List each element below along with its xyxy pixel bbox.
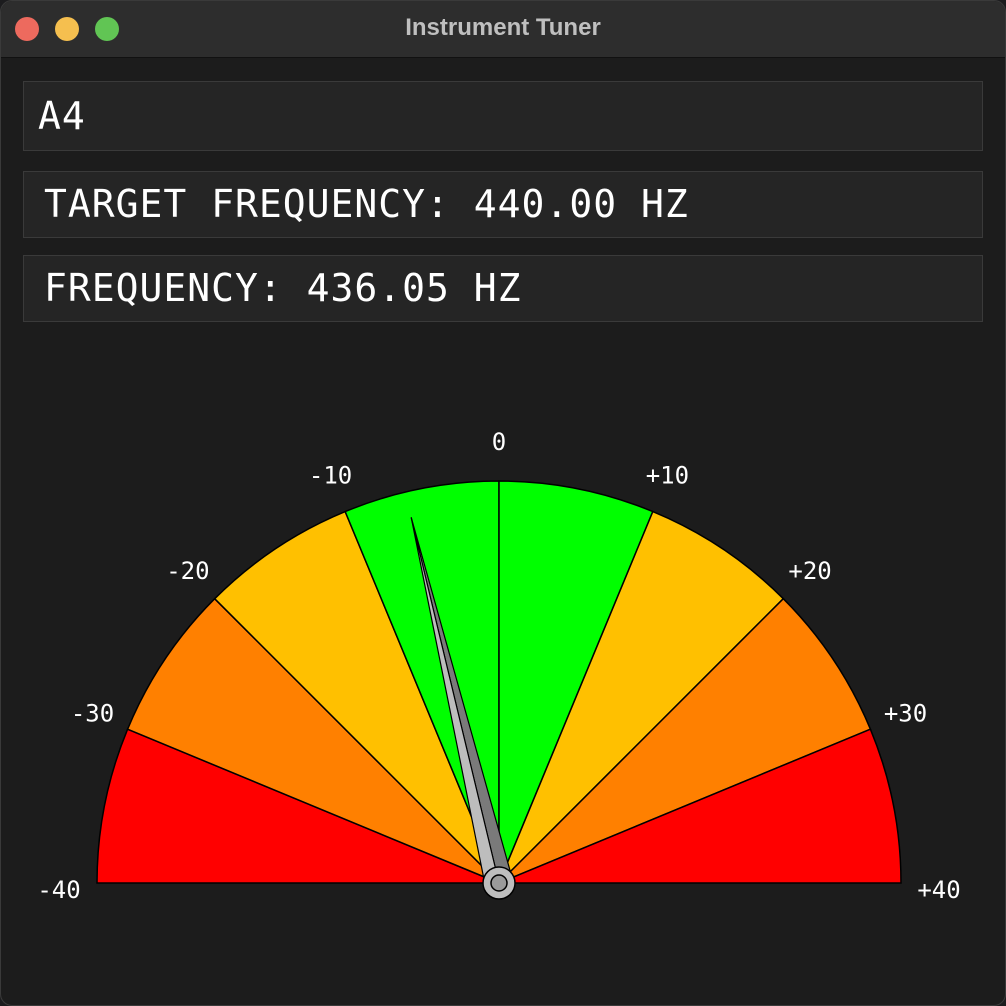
tuning-gauge: -40 -30 -20 -10 0 +10 +20 +30 +40 <box>37 428 960 904</box>
needle-hub-center <box>490 874 508 892</box>
gauge-tick-label: -20 <box>166 557 209 585</box>
tuner-window: Instrument Tuner A4 TARGET FREQUENCY: 44… <box>0 0 1006 1006</box>
gauge-tick-label: +30 <box>884 700 927 728</box>
gauge-tick-label: +20 <box>788 557 831 585</box>
gauge-tick-label: 0 <box>492 428 506 456</box>
gauge-tick-label: -40 <box>37 876 80 904</box>
gauge-tick-label: +10 <box>646 462 689 490</box>
gauge-tick-label: +40 <box>917 876 960 904</box>
gauge-tick-label: -30 <box>71 700 114 728</box>
gauge-tick-label: -10 <box>309 462 352 490</box>
